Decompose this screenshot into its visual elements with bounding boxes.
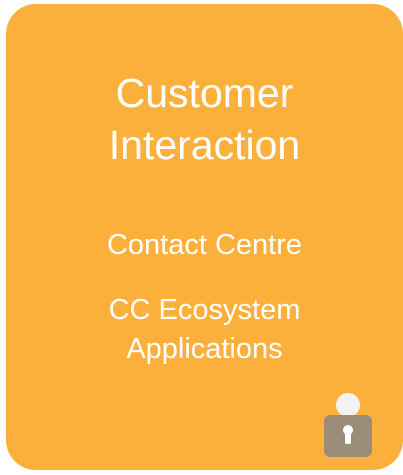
cc-ecosystem-label-line-1: CC Ecosystem <box>108 294 301 326</box>
contact-centre-label: Contact Centre <box>106 229 303 261</box>
lock-shackle <box>336 393 360 417</box>
cc-ecosystem-label-line-2: Applications <box>126 333 283 365</box>
lock-keyhole-bottom <box>345 432 351 444</box>
cc-ecosystem-applications-link[interactable]: CC Ecosystem Applications <box>6 291 403 369</box>
customer-interaction-tile: Customer Interaction Contact Centre CC E… <box>6 4 403 470</box>
tile-title-line-2: Interaction <box>108 122 301 168</box>
tile-title: Customer Interaction <box>6 67 403 171</box>
lock-icon <box>324 393 372 457</box>
tile-title-line-1: Customer <box>115 70 294 116</box>
contact-centre-link[interactable]: Contact Centre <box>6 226 403 265</box>
